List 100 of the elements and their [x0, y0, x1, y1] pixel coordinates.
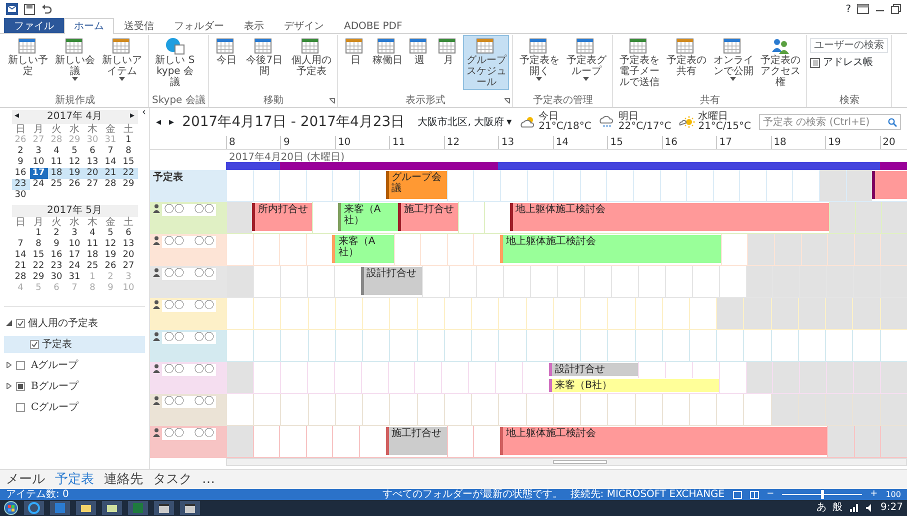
- appointment[interactable]: 来客（A社）: [340, 203, 398, 231]
- calendar-day[interactable]: 22: [30, 260, 48, 272]
- calendar-day[interactable]: 29: [30, 272, 48, 282]
- calendar-day[interactable]: 29: [120, 178, 138, 190]
- address-book-button[interactable]: アドレス帳: [810, 55, 888, 70]
- non-working-slot[interactable]: [746, 378, 772, 393]
- non-working-slot[interactable]: [743, 298, 771, 329]
- ribbon-tab[interactable]: 送受信: [114, 18, 164, 33]
- undo-icon[interactable]: [41, 4, 52, 14]
- appointment[interactable]: [875, 171, 907, 199]
- time-slot[interactable]: [306, 234, 332, 265]
- time-slot[interactable]: [580, 330, 608, 361]
- calendar-day[interactable]: 1: [30, 228, 48, 238]
- calendar-search-field[interactable]: 予定表 の検索 (Ctrl+E): [759, 114, 901, 130]
- time-slot[interactable]: [253, 330, 280, 361]
- ribbon-button[interactable]: 新しい予定: [5, 35, 51, 79]
- calendar-day[interactable]: 27: [84, 178, 102, 190]
- calendar-day[interactable]: 17: [66, 250, 84, 260]
- time-slot[interactable]: [716, 394, 744, 425]
- time-slot[interactable]: [362, 330, 390, 361]
- calendar-day[interactable]: 11: [84, 238, 102, 250]
- non-working-slot[interactable]: [747, 234, 774, 265]
- non-working-slot[interactable]: [825, 298, 852, 329]
- dialog-launcher-icon[interactable]: [329, 98, 336, 104]
- ribbon-button[interactable]: 新しい会議: [52, 35, 98, 83]
- non-working-slot[interactable]: [826, 378, 854, 393]
- calendar-day[interactable]: 31: [66, 272, 84, 282]
- search-icon[interactable]: [888, 118, 897, 126]
- non-working-slot[interactable]: [827, 234, 854, 265]
- time-slot[interactable]: [766, 170, 792, 201]
- calendar-day[interactable]: 15: [120, 156, 138, 168]
- collapse-button[interactable]: ‹: [142, 108, 146, 118]
- appointment[interactable]: 来客（B社）: [552, 378, 719, 392]
- input-method-indicator[interactable]: 般: [832, 502, 843, 514]
- calendar-day[interactable]: 6: [84, 146, 102, 156]
- appointment[interactable]: 設計打合せ: [364, 267, 422, 295]
- time-slot[interactable]: [471, 330, 498, 361]
- ribbon-display-icon[interactable]: [857, 4, 869, 14]
- non-working-slot[interactable]: [880, 426, 907, 457]
- ribbon-button[interactable]: 日: [341, 35, 370, 68]
- calendar-day[interactable]: 13: [84, 156, 102, 168]
- calendar-day[interactable]: 16: [48, 250, 66, 260]
- ribbon-button[interactable]: 個人用の予定表: [288, 35, 334, 79]
- clock[interactable]: 9:27: [880, 502, 903, 514]
- time-slot[interactable]: [362, 298, 390, 329]
- non-working-slot[interactable]: [829, 202, 856, 233]
- calendar-day[interactable]: 5: [102, 228, 120, 238]
- non-working-slot[interactable]: [226, 202, 252, 233]
- calendar-day[interactable]: 20: [84, 168, 102, 178]
- time-slot[interactable]: [825, 330, 852, 361]
- ribbon-tab[interactable]: フォルダー: [164, 18, 234, 33]
- help-button[interactable]: ?: [846, 2, 851, 16]
- non-working-slot[interactable]: [746, 362, 772, 378]
- ribbon-button[interactable]: グループスケジュール: [463, 35, 510, 90]
- calendar-day[interactable]: 4: [84, 228, 102, 238]
- checkbox[interactable]: [16, 360, 25, 370]
- ribbon-button[interactable]: 予定表を開く: [516, 35, 562, 83]
- ribbon-button[interactable]: オンラインで公開: [710, 35, 756, 83]
- time-slot[interactable]: [441, 378, 468, 393]
- calendar-day[interactable]: 15: [30, 250, 48, 260]
- calendar-day[interactable]: 3: [30, 146, 48, 156]
- appointment[interactable]: 地上躯体施工検討会: [512, 203, 830, 231]
- time-slot[interactable]: [720, 234, 748, 265]
- non-working-slot[interactable]: [880, 362, 907, 378]
- non-working-slot[interactable]: [799, 378, 826, 393]
- ribbon-tab[interactable]: デザイン: [274, 18, 334, 33]
- ribbon-button[interactable]: 予定表グループ: [563, 35, 610, 83]
- appointment[interactable]: 地上躯体施工検討会: [502, 235, 721, 263]
- calendar-day[interactable]: 5: [66, 146, 84, 156]
- ribbon-button[interactable]: 今後7日間: [241, 35, 288, 79]
- appointment[interactable]: グループ会議: [388, 171, 447, 199]
- checkbox[interactable]: [16, 402, 25, 412]
- checkbox[interactable]: [16, 318, 25, 328]
- calendar-day[interactable]: 14: [102, 156, 120, 168]
- ribbon-button[interactable]: 新しいアイテム: [99, 35, 145, 83]
- time-slot[interactable]: [388, 362, 414, 378]
- calendar-day[interactable]: 13: [120, 238, 138, 250]
- non-working-slot[interactable]: [772, 362, 800, 378]
- calendar-day[interactable]: 24: [30, 178, 48, 190]
- calendar-day[interactable]: 25: [48, 178, 66, 190]
- ribbon-button[interactable]: 新しい Skype 会議: [152, 35, 198, 90]
- non-working-slot[interactable]: [880, 298, 907, 329]
- time-slot[interactable]: [446, 426, 474, 457]
- ribbon-button[interactable]: 予定表のアクセス権: [757, 35, 804, 90]
- calendar-day[interactable]: 16: [12, 168, 30, 178]
- folder-item[interactable]: 予定表: [4, 336, 145, 352]
- appointment[interactable]: 設計打合せ: [552, 363, 638, 376]
- time-slot[interactable]: [446, 234, 474, 265]
- calendar-day[interactable]: 21: [12, 260, 30, 272]
- calendar-day[interactable]: 27: [120, 260, 138, 272]
- non-working-slot[interactable]: [854, 426, 880, 457]
- time-slot[interactable]: [471, 394, 498, 425]
- save-icon[interactable]: [24, 4, 35, 14]
- collapsed-icon[interactable]: [6, 362, 12, 368]
- non-working-slot[interactable]: [770, 298, 798, 329]
- non-working-slot[interactable]: [880, 234, 907, 265]
- ribbon-button[interactable]: 稼働日: [370, 35, 404, 68]
- calendar-day[interactable]: 18: [48, 168, 66, 178]
- time-slot[interactable]: [306, 426, 332, 457]
- calendar-day[interactable]: 2: [12, 146, 30, 156]
